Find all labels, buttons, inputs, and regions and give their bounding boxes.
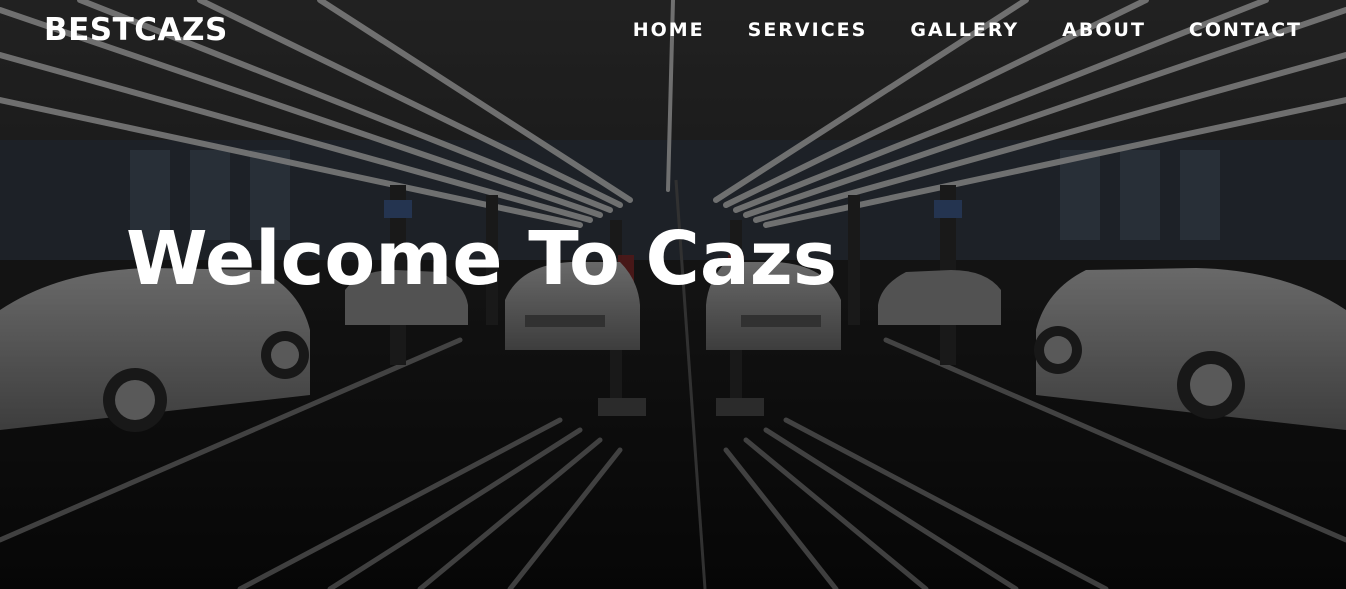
top-navbar: BESTCAZS HOME SERVICES GALLERY ABOUT CON…	[0, 0, 1346, 64]
nav-link-services[interactable]: SERVICES	[748, 19, 868, 41]
nav-link-home[interactable]: HOME	[633, 19, 705, 41]
hero-title: Welcome To Cazs	[126, 216, 837, 302]
nav-link-contact[interactable]: CONTACT	[1189, 19, 1302, 41]
nav-menu: HOME SERVICES GALLERY ABOUT CONTACT	[590, 19, 1302, 41]
nav-item-about: ABOUT	[1062, 19, 1146, 41]
brand-logo[interactable]: BESTCAZS	[44, 12, 228, 48]
nav-item-services: SERVICES	[748, 19, 868, 41]
hero-section: BESTCAZS HOME SERVICES GALLERY ABOUT CON…	[0, 0, 1346, 589]
nav-item-contact: CONTACT	[1189, 19, 1302, 41]
nav-item-home: HOME	[633, 19, 705, 41]
nav-item-gallery: GALLERY	[910, 19, 1019, 41]
nav-link-gallery[interactable]: GALLERY	[910, 19, 1019, 41]
nav-link-about[interactable]: ABOUT	[1062, 19, 1146, 41]
